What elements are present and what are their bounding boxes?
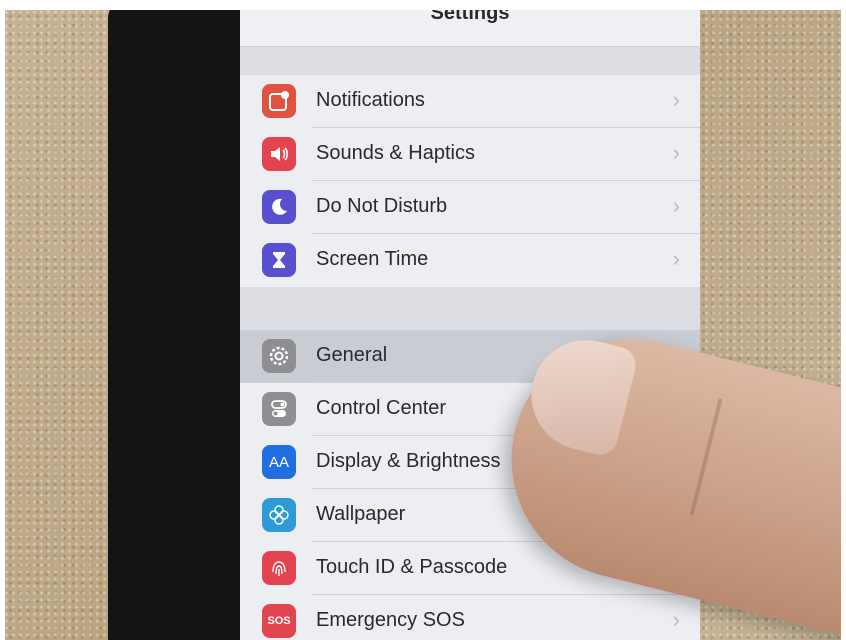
- finger-crease: [689, 398, 723, 516]
- speaker-icon: [262, 137, 296, 171]
- settings-row-emergency-sos[interactable]: SOS Emergency SOS ›: [240, 595, 700, 640]
- row-label: Screen Time: [316, 248, 429, 270]
- toggles-icon: [262, 392, 296, 426]
- flower-icon: [262, 498, 296, 532]
- chevron-right-icon: ›: [672, 246, 680, 271]
- sos-icon: SOS: [262, 604, 296, 638]
- settings-row-notifications[interactable]: Notifications ›: [240, 75, 700, 128]
- settings-row-do-not-disturb[interactable]: Do Not Disturb ›: [240, 181, 700, 234]
- row-label: Control Center: [316, 397, 447, 419]
- row-label: Emergency SOS: [316, 609, 465, 631]
- notifications-icon: [262, 84, 296, 118]
- row-label: Notifications: [316, 89, 425, 111]
- chevron-right-icon: ›: [672, 87, 680, 112]
- chevron-right-icon: ›: [672, 607, 680, 632]
- row-label: Wallpaper: [316, 503, 406, 525]
- settings-row-screen-time[interactable]: Screen Time ›: [240, 234, 700, 287]
- text-size-icon: AA: [262, 445, 296, 479]
- photo-background: Settings Notifications › Sounds & Haptic…: [5, 10, 841, 640]
- chevron-right-icon: ›: [672, 193, 680, 218]
- row-label: Display & Brightness: [316, 450, 501, 472]
- section-gap: [240, 287, 700, 330]
- gear-icon: [262, 339, 296, 373]
- section-gap: [240, 47, 700, 75]
- row-label: General: [316, 344, 388, 366]
- fingerprint-icon: [262, 551, 296, 585]
- hourglass-icon: [262, 243, 296, 277]
- chevron-right-icon: ›: [672, 140, 680, 165]
- row-label: Touch ID & Passcode: [316, 556, 508, 578]
- nav-bar: Settings: [240, 10, 700, 47]
- page-title: Settings: [430, 10, 510, 24]
- moon-icon: [262, 190, 296, 224]
- row-label: Sounds & Haptics: [316, 142, 475, 164]
- row-label: Do Not Disturb: [316, 195, 448, 217]
- settings-row-sounds-haptics[interactable]: Sounds & Haptics ›: [240, 128, 700, 181]
